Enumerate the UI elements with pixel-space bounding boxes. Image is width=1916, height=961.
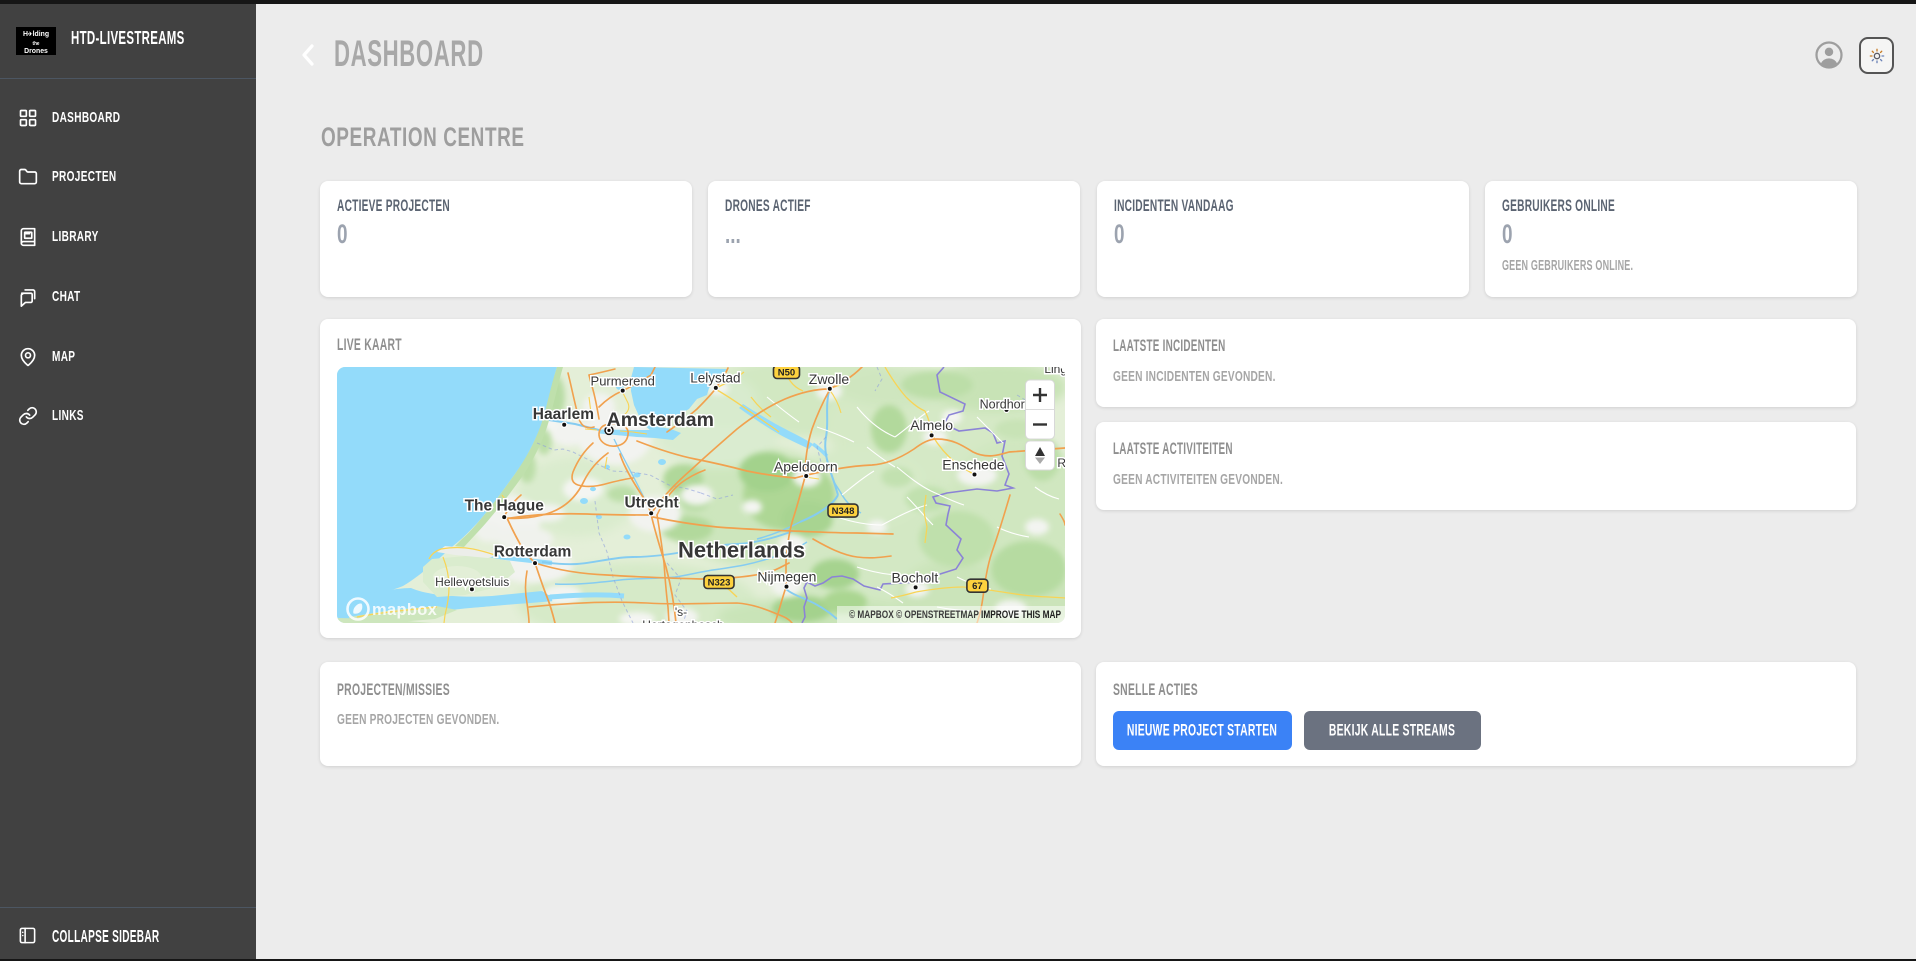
svg-text:Zwolle: Zwolle: [809, 371, 850, 387]
svg-text:The Hague: The Hague: [465, 498, 545, 515]
svg-text:Purmerend: Purmerend: [591, 373, 655, 388]
svg-text:67: 67: [972, 581, 983, 592]
svg-text:Rh: Rh: [1057, 456, 1065, 470]
svg-text:Enschede: Enschede: [942, 456, 1004, 472]
svg-text:N348: N348: [832, 506, 855, 517]
svg-text:Amsterdam: Amsterdam: [607, 409, 714, 431]
svg-text:Lelystad: Lelystad: [690, 371, 740, 386]
svg-text:Utrecht: Utrecht: [624, 494, 678, 511]
svg-text:Almelo: Almelo: [910, 417, 953, 433]
svg-text:Haarlem: Haarlem: [533, 406, 594, 423]
svg-text:© MAPBOX © OPENSTREETMAP IMPRO: © MAPBOX © OPENSTREETMAP IMPROVE THIS MA…: [849, 609, 1061, 621]
svg-text:Nordhorn: Nordhorn: [980, 397, 1032, 411]
svg-text:N50: N50: [778, 368, 795, 379]
svg-text:N323: N323: [708, 578, 731, 589]
svg-text:mapbox: mapbox: [372, 601, 438, 619]
svg-text:Nijmegen: Nijmegen: [757, 568, 816, 584]
svg-text:Netherlands: Netherlands: [678, 537, 805, 562]
svg-text:Rotterdam: Rotterdam: [494, 544, 572, 561]
svg-text:Apeldoorn: Apeldoorn: [774, 459, 838, 475]
svg-text:'s-: 's-: [675, 605, 687, 619]
svg-text:Bocholt: Bocholt: [892, 569, 939, 585]
svg-text:Linger: Linger: [1044, 367, 1065, 376]
svg-text:Hertogenbosch: Hertogenbosch: [642, 618, 723, 623]
svg-text:Hellevoetsluis: Hellevoetsluis: [435, 575, 509, 589]
